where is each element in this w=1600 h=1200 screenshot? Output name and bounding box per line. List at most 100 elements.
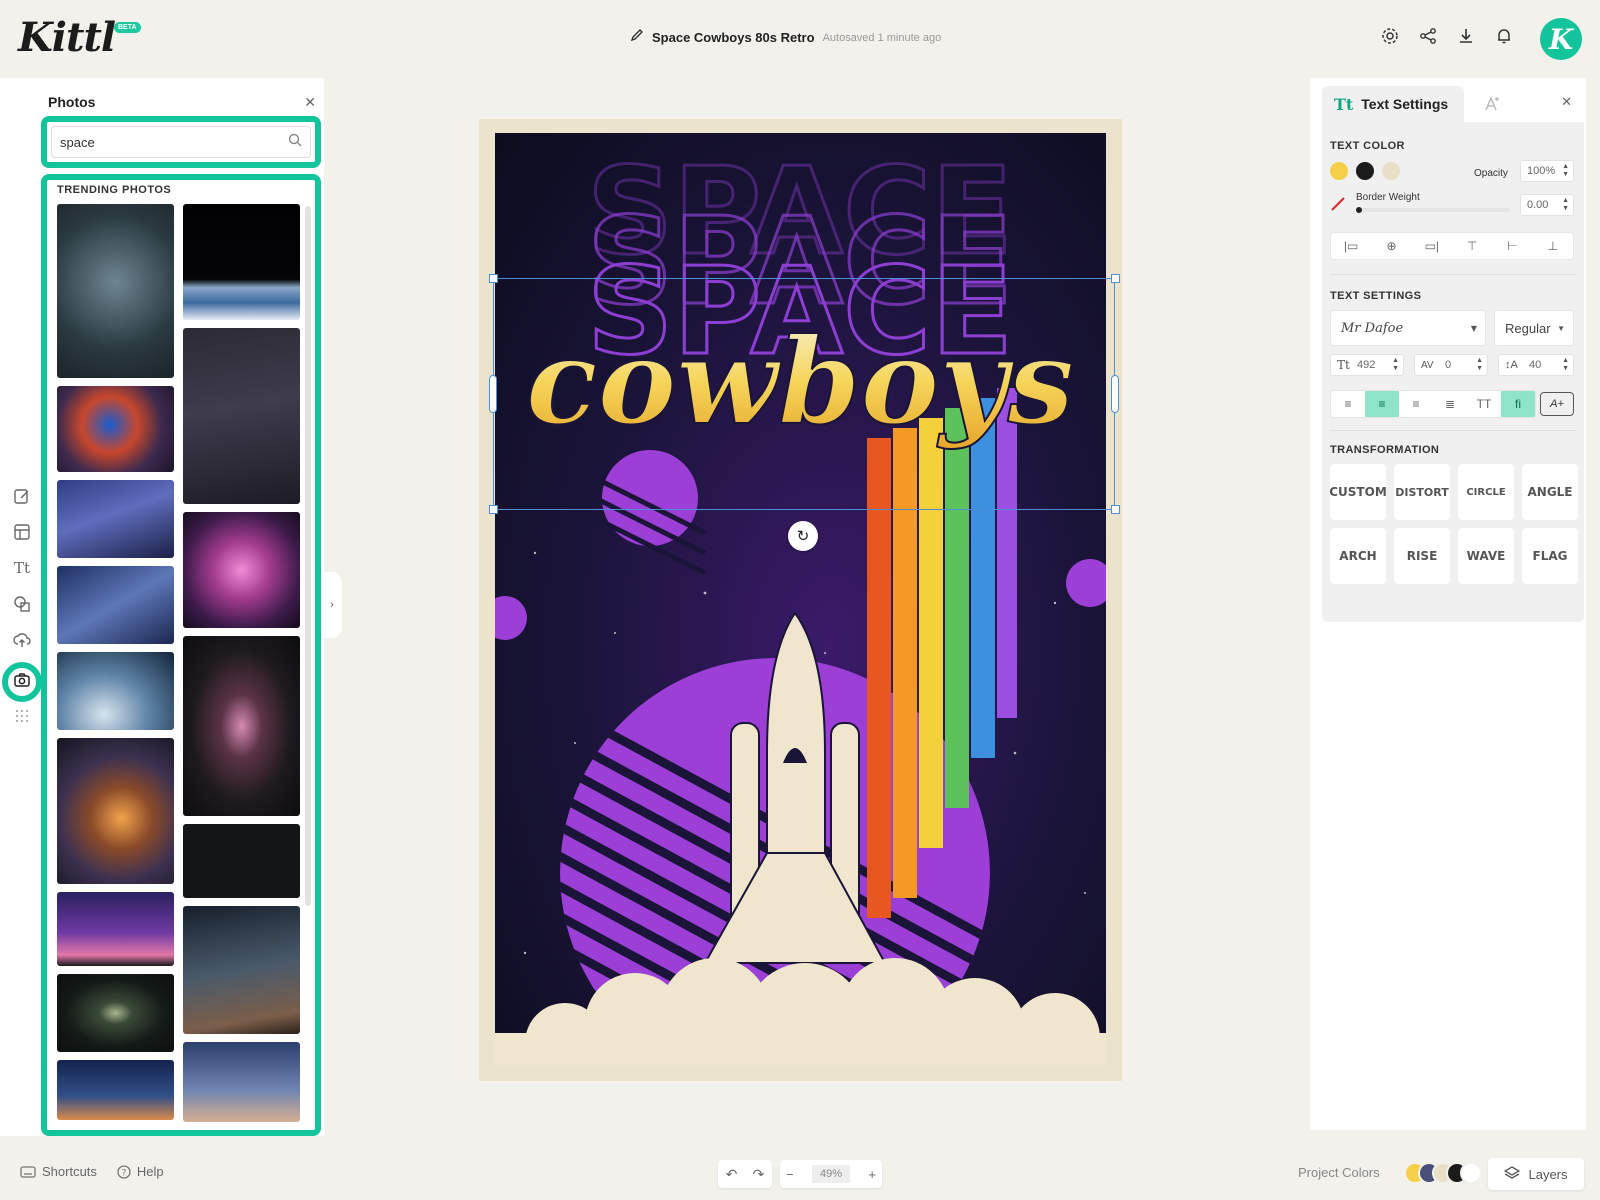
border-weight-slider[interactable] xyxy=(1356,207,1510,213)
text-align-left-icon[interactable]: ≡ xyxy=(1331,391,1365,417)
resize-handle-right[interactable] xyxy=(1111,375,1119,413)
kittl-logo[interactable]: Kittl xyxy=(18,14,116,61)
align-left-icon[interactable]: |▭ xyxy=(1331,233,1371,259)
share-icon[interactable] xyxy=(1418,26,1438,46)
transform-circle[interactable]: CIRCLE xyxy=(1458,464,1514,520)
resize-handle-bottom-left[interactable] xyxy=(489,505,498,514)
close-photos-panel-icon[interactable]: ✕ xyxy=(304,94,316,111)
stepper-icon[interactable]: ▲ ▼ xyxy=(1476,357,1483,373)
text-align-right-icon[interactable]: ≡ xyxy=(1399,391,1433,417)
transform-angle[interactable]: ANGLE xyxy=(1522,464,1578,520)
design-canvas[interactable]: SPACE SPACE SPACE cowboys xyxy=(479,119,1122,1081)
settings-gear-icon[interactable] xyxy=(1380,26,1400,46)
tab-text-effects-icon[interactable] xyxy=(1472,86,1512,122)
photo-thumbnail[interactable] xyxy=(57,566,174,644)
transform-custom[interactable]: CUSTOM xyxy=(1329,464,1387,520)
font-weight-select[interactable]: Regular ▼ xyxy=(1494,310,1574,346)
upload-cloud-icon[interactable] xyxy=(12,630,32,650)
photo-thumbnail[interactable] xyxy=(57,652,174,730)
add-font-icon[interactable]: A+ xyxy=(1540,392,1574,416)
transform-distort[interactable]: DISTORT xyxy=(1394,464,1450,520)
border-color-slash-icon[interactable] xyxy=(1330,196,1346,217)
resize-handle-left[interactable] xyxy=(489,375,497,413)
align-middle-v-icon[interactable]: ⊢ xyxy=(1492,233,1532,259)
photo-thumbnail[interactable] xyxy=(57,738,174,884)
font-size-input[interactable]: Tt 492 ▲ ▼ xyxy=(1330,354,1404,376)
photo-thumbnail[interactable] xyxy=(57,480,174,558)
resize-handle-top-right[interactable] xyxy=(1111,274,1120,283)
photo-thumbnail[interactable] xyxy=(57,1060,174,1120)
photo-thumbnail[interactable] xyxy=(183,328,300,504)
collapse-panel-chevron-icon[interactable]: › xyxy=(322,572,342,638)
stepper-icon[interactable]: ▲ ▼ xyxy=(1392,357,1399,373)
project-colors-swatches[interactable] xyxy=(1404,1162,1482,1184)
close-text-settings-icon[interactable]: ✕ xyxy=(1561,94,1572,110)
transform-arch[interactable]: ARCH xyxy=(1330,528,1386,584)
photo-thumbnail[interactable] xyxy=(183,636,300,816)
redo-icon[interactable]: ↷ xyxy=(753,1166,765,1183)
download-icon[interactable] xyxy=(1456,26,1476,46)
document-title-bar[interactable]: Space Cowboys 80s Retro Autosaved 1 minu… xyxy=(630,28,941,47)
photo-thumbnail[interactable] xyxy=(183,204,300,320)
opacity-input[interactable]: 100% ▲ ▼ xyxy=(1520,160,1574,182)
ligatures-button[interactable]: fi xyxy=(1501,391,1535,417)
line-height-input[interactable]: ↕A 40 ▲ ▼ xyxy=(1498,354,1574,376)
align-top-icon[interactable]: ⊤ xyxy=(1452,233,1492,259)
poster-artwork[interactable]: SPACE SPACE SPACE cowboys xyxy=(495,133,1106,1065)
photo-search-box[interactable] xyxy=(51,126,311,158)
resize-handle-bottom-right[interactable] xyxy=(1111,505,1120,514)
align-center-h-icon[interactable]: ⊕ xyxy=(1371,233,1411,259)
transform-rise[interactable]: RISE xyxy=(1394,528,1450,584)
user-avatar[interactable]: K xyxy=(1540,18,1582,60)
text-tool-icon[interactable]: Tt xyxy=(12,558,32,578)
zoom-level[interactable]: 49% xyxy=(811,1165,851,1183)
photo-list-scrollbar[interactable] xyxy=(305,206,311,906)
text-align-center-icon[interactable]: ≡ xyxy=(1365,391,1399,417)
zoom-in-icon[interactable]: + xyxy=(868,1167,876,1182)
border-weight-input[interactable]: 0.00 ▲ ▼ xyxy=(1520,194,1574,216)
zoom-out-icon[interactable]: − xyxy=(786,1167,794,1182)
layers-button[interactable]: Layers xyxy=(1488,1158,1584,1190)
letter-spacing-input[interactable]: AV 0 ▲ ▼ xyxy=(1414,354,1488,376)
edit-icon[interactable] xyxy=(12,486,32,506)
templates-icon[interactable] xyxy=(12,522,32,542)
transform-wave[interactable]: WAVE xyxy=(1458,528,1514,584)
stepper-icon[interactable]: ▲ ▼ xyxy=(1562,163,1569,179)
photo-thumbnail[interactable] xyxy=(57,204,174,378)
photo-search-input[interactable] xyxy=(60,134,288,150)
align-right-icon[interactable]: ▭| xyxy=(1412,233,1452,259)
stepper-icon[interactable]: ▲ ▼ xyxy=(1562,197,1569,213)
photo-thumbnail[interactable] xyxy=(183,824,300,898)
undo-icon[interactable]: ↶ xyxy=(726,1166,738,1183)
search-icon[interactable] xyxy=(288,133,302,152)
photos-tool-active[interactable] xyxy=(2,662,42,702)
help-link[interactable]: ? Help xyxy=(117,1164,164,1179)
project-color-add-icon[interactable] xyxy=(1460,1162,1482,1184)
photo-thumbnail[interactable] xyxy=(57,386,174,472)
rotate-handle-icon[interactable]: ↻ xyxy=(788,521,818,551)
resize-handle-top-left[interactable] xyxy=(489,274,498,283)
photo-thumbnail[interactable] xyxy=(183,906,300,1034)
color-swatch-black[interactable] xyxy=(1356,162,1374,180)
document-title[interactable]: Space Cowboys 80s Retro xyxy=(652,30,815,45)
align-bottom-icon[interactable]: ⊥ xyxy=(1533,233,1573,259)
shapes-icon[interactable] xyxy=(12,594,32,614)
text-color-heading: TEXT COLOR xyxy=(1330,140,1405,152)
photo-thumbnail[interactable] xyxy=(183,1042,300,1122)
font-family-select[interactable]: Mr Dafoe ▼ xyxy=(1330,310,1486,346)
transform-flag[interactable]: FLAG xyxy=(1522,528,1578,584)
color-swatch-cream[interactable] xyxy=(1382,162,1400,180)
slider-knob[interactable] xyxy=(1356,207,1362,213)
photo-thumbnail[interactable] xyxy=(57,974,174,1052)
color-swatch-yellow[interactable] xyxy=(1330,162,1348,180)
uppercase-button[interactable]: TT xyxy=(1467,391,1501,417)
text-justify-icon[interactable]: ≣ xyxy=(1433,391,1467,417)
text-selection-box[interactable] xyxy=(493,278,1115,510)
photo-thumbnail[interactable] xyxy=(57,892,174,966)
notifications-bell-icon[interactable] xyxy=(1494,26,1514,46)
tab-text-settings[interactable]: Tt Text Settings xyxy=(1322,86,1464,122)
pattern-dots-icon[interactable] xyxy=(12,706,32,726)
shortcuts-link[interactable]: Shortcuts xyxy=(20,1164,97,1179)
photo-thumbnail[interactable] xyxy=(183,512,300,628)
stepper-icon[interactable]: ▲ ▼ xyxy=(1562,357,1569,373)
